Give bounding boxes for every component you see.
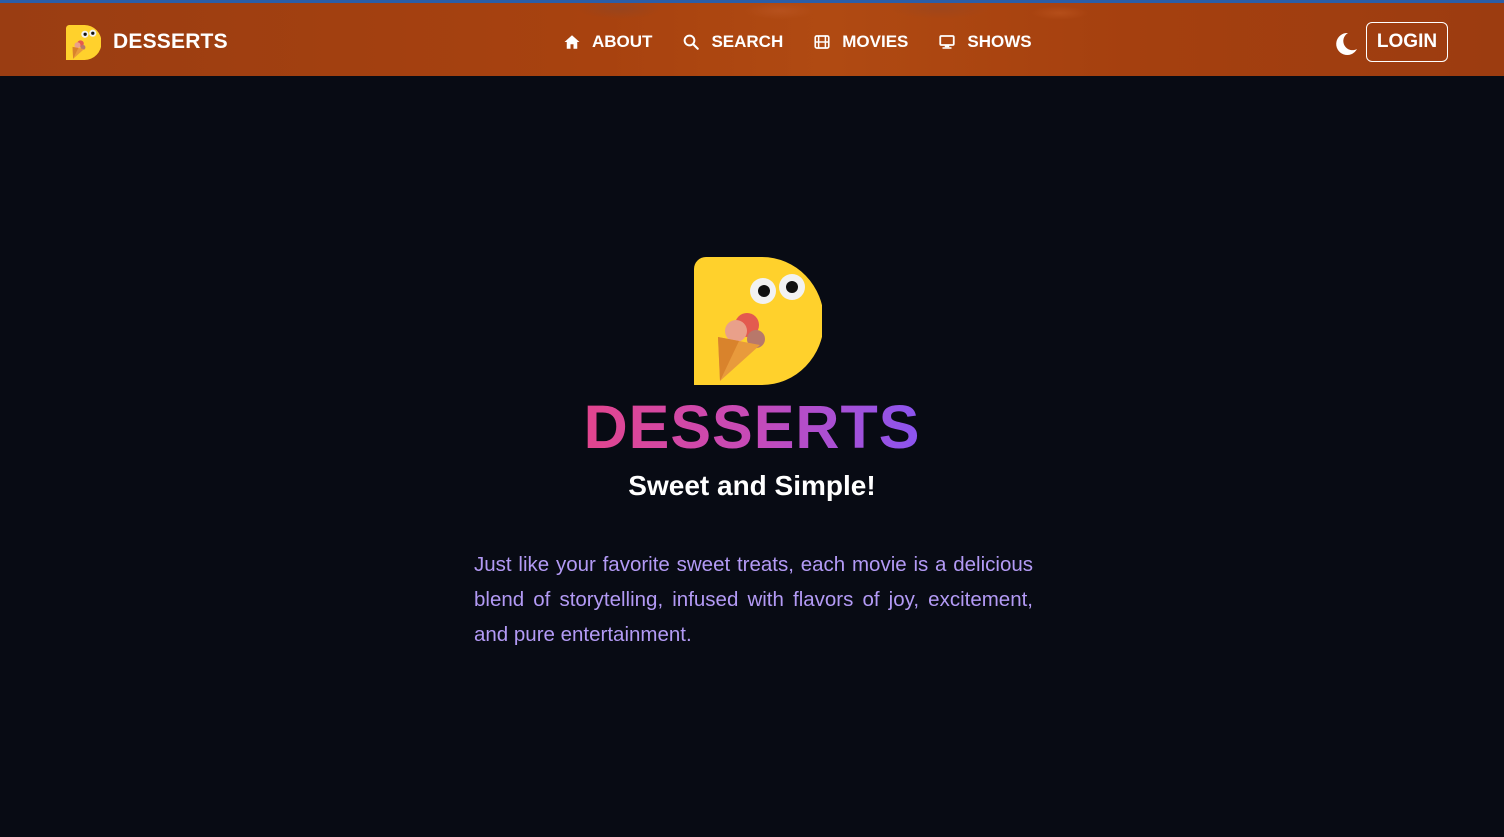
desserts-logo-icon (66, 24, 101, 60)
brand-name: DESSERTS (113, 30, 228, 53)
desserts-hero-logo-icon (694, 257, 822, 385)
search-icon (684, 34, 700, 50)
brand-link[interactable]: DESSERTS (66, 24, 228, 60)
nav-link-label: MOVIES (842, 32, 909, 51)
nav-link-label: ABOUT (592, 32, 653, 51)
hero-title: DESSERTS (0, 392, 1504, 462)
moon-icon[interactable] (1331, 30, 1359, 58)
nav-link-shows[interactable]: SHOWS (938, 32, 1032, 52)
nav-link-about[interactable]: ABOUT (563, 32, 652, 52)
navbar: DESSERTS ABOUT SEARCH MOVIES SHOWS LOGIN (0, 3, 1504, 76)
navbar-background-texture (520, 3, 1100, 29)
nav-link-label: SEARCH (711, 32, 784, 51)
hero-subtitle: Sweet and Simple! (628, 470, 876, 501)
tv-icon (939, 35, 956, 49)
login-button[interactable]: LOGIN (1366, 22, 1448, 62)
film-icon (814, 35, 830, 49)
hero-description: Just like your favorite sweet treats, ea… (474, 553, 1033, 646)
hero-title-text: DESSERTS (583, 393, 921, 461)
home-icon (564, 35, 580, 49)
main-nav: ABOUT SEARCH MOVIES SHOWS (563, 30, 1032, 54)
nav-link-movies[interactable]: MOVIES (813, 32, 908, 52)
nav-link-search[interactable]: SEARCH (682, 32, 783, 52)
nav-link-label: SHOWS (967, 32, 1032, 51)
